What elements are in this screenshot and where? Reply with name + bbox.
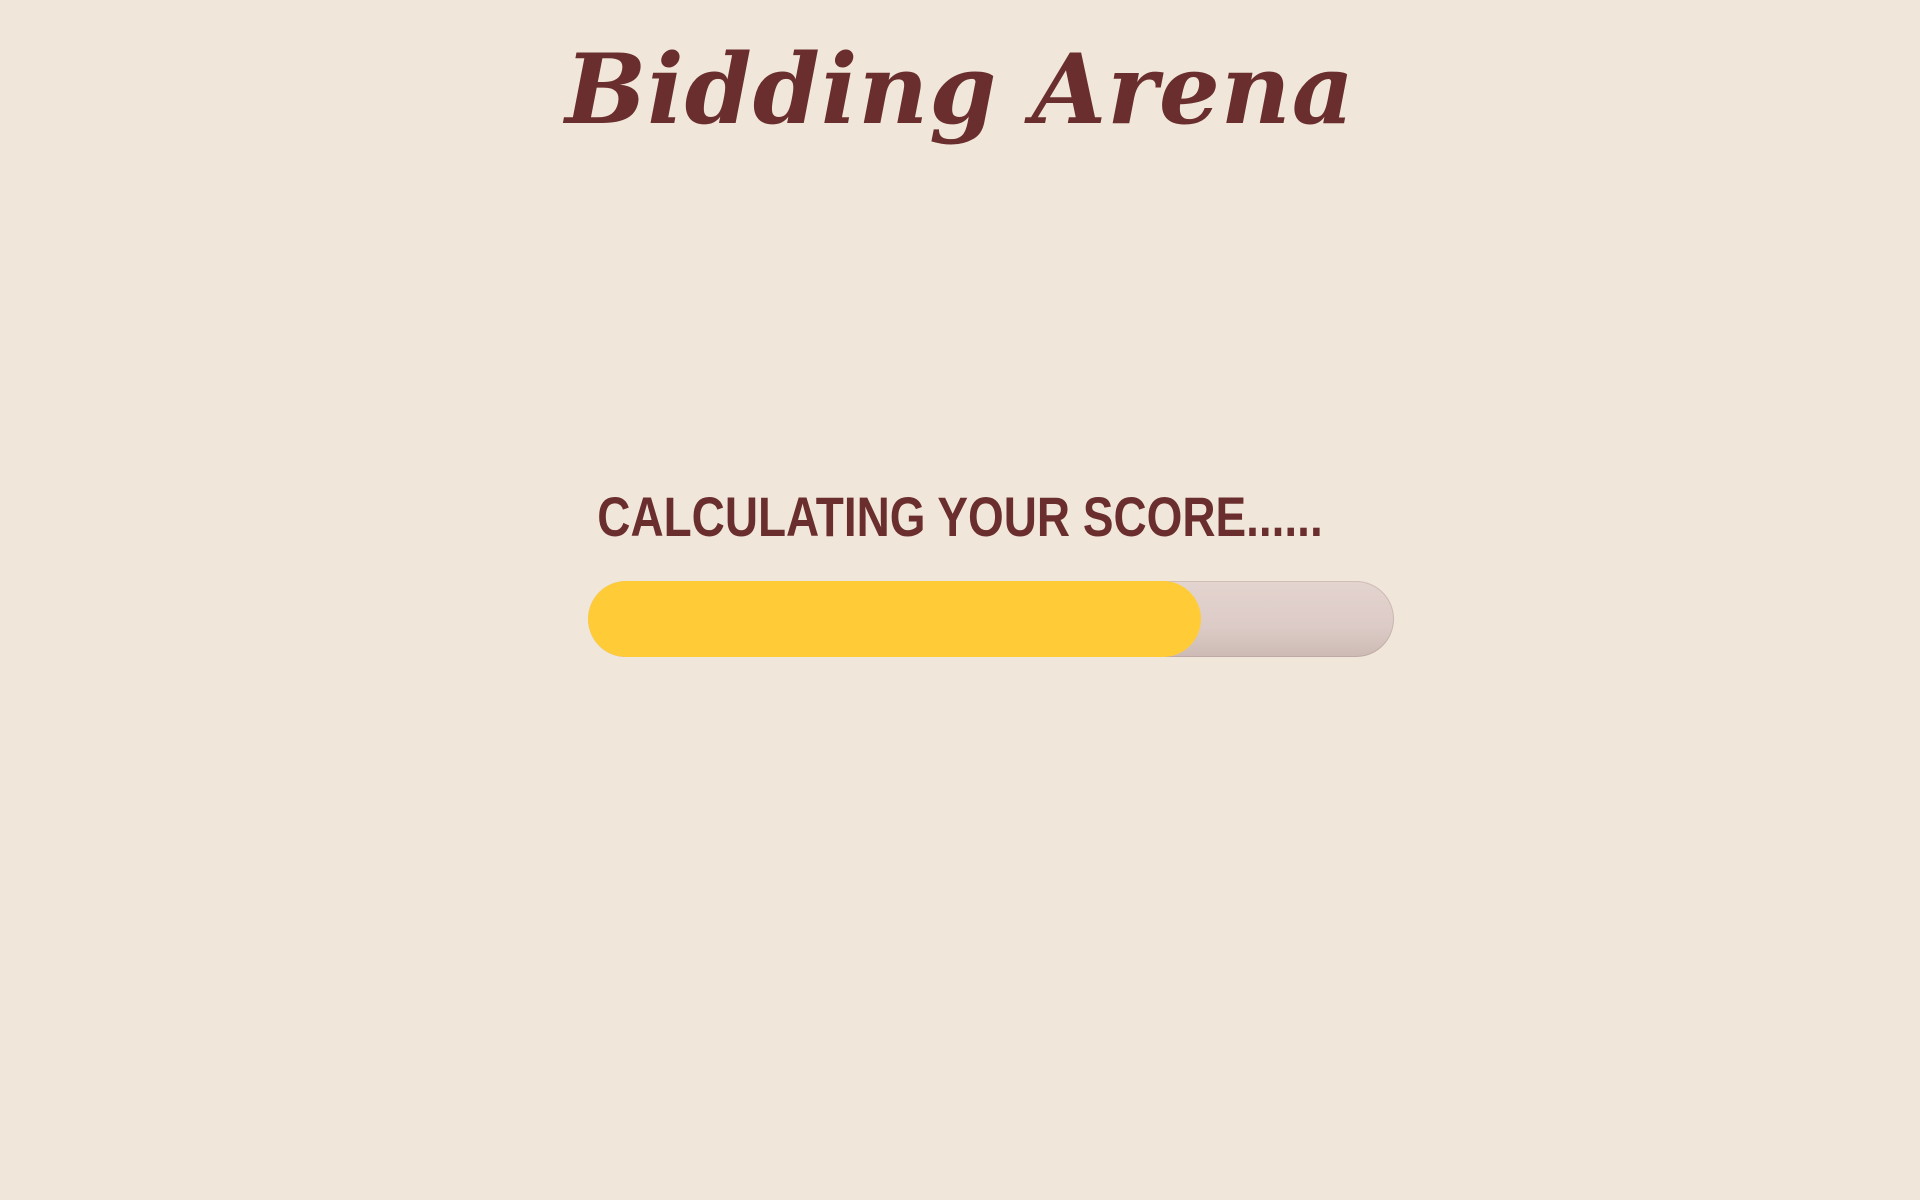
progress-bar (588, 581, 1394, 657)
progress-bar-fill (588, 581, 1201, 657)
loading-status-text: Calculating your score...... (597, 485, 1323, 548)
app-title: Bidding Arena (565, 33, 1355, 146)
loading-screen: Bidding Arena Calculating your score....… (0, 0, 1920, 1200)
